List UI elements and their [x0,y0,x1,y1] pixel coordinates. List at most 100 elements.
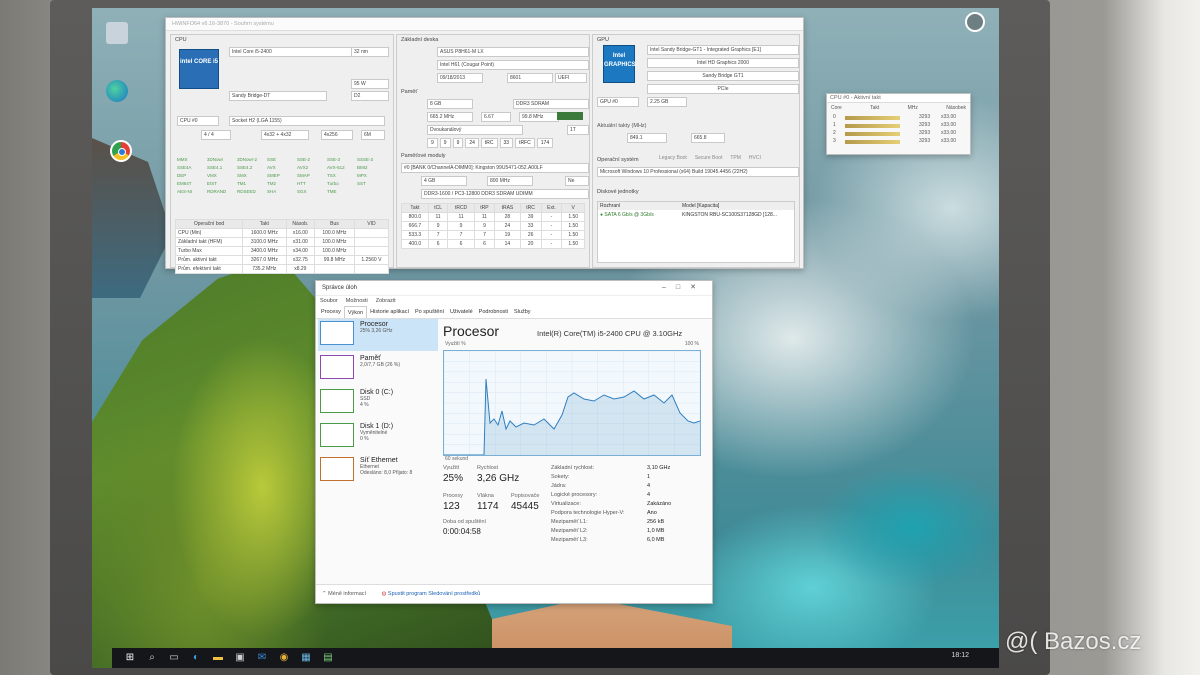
timing-cell: 400.0 [401,239,429,249]
recycle-bin-icon[interactable] [106,22,128,44]
intel-graphics-logo: Intel GRAPHICS [603,45,636,83]
processes-label: Procesy [443,493,463,499]
memory-clock-field: 665.2 MHz [427,112,473,122]
windows-start-icon[interactable]: ⊞ [124,652,136,664]
sidebar-item-sub2: 4 % [360,402,369,408]
edge-icon[interactable] [106,80,128,102]
handles-value: 45445 [511,501,539,512]
sidebar-text: Procesor 25% 3,26 GHz [360,321,393,334]
memory-size-field: 8 GB [427,99,473,109]
settings-icon[interactable] [965,12,985,32]
maximize-icon[interactable]: □ [676,284,690,291]
file-explorer-icon[interactable]: ▬ [212,652,224,664]
feature-flag [357,189,387,197]
gpu-memory-clock-field: 665.8 [691,133,725,143]
clock-cell: 3400.0 MHz [242,246,287,256]
sidebar-item[interactable]: Procesor 25% 3,26 GHz [318,319,438,351]
feature-flag: Turbo [327,181,339,186]
module-type-field: DDR3-1600 / PC3-12800 DDR3 SDRAM UDIMM [421,189,589,199]
clock-cell: Základní takt (HFM) [174,237,244,247]
feature-flag: MPX [357,173,367,178]
detail-key: Jádra: [551,483,567,489]
clock-cell [353,246,390,256]
menu-item[interactable]: Zobrazit [376,298,396,304]
detail-key: Logické procesory: [551,492,598,498]
edge-taskbar-icon[interactable]: ◐ [190,652,202,664]
timing-cell: 28 [494,212,521,222]
feature-flag: SSE [267,157,277,162]
close-icon[interactable]: ✕ [690,284,706,291]
feature-flag: VMX [207,173,217,178]
timing-header-cell: tRC [519,203,542,213]
cpu-utilization-graph [443,350,701,456]
tab-slu-by[interactable]: Služby [511,306,534,318]
feature-row: DEP VMX SMX SMEP SMAP TSX MPX [177,173,387,181]
clock-cell: 3100.0 MHz [242,237,287,247]
drive-interface-text: SATA 6 Gb/s @ 3Gb/s [604,212,654,218]
drive-interface: ● SATA 6 Gb/s @ 3Gb/s [598,210,682,220]
cpu-select[interactable]: CPU #0 [177,116,219,126]
sidebar-thumbnail [320,389,354,413]
clock-cell: 3267.0 MHz [242,255,287,265]
tab-historie-aplikac-[interactable]: Historie aplikací [367,306,412,318]
motherboard-field: ASUS P8H61-M LX [437,47,589,57]
clock-row: Prům. efektivní takt 735.2 MHz x8.29 [174,264,390,274]
sidebar-item[interactable]: Disk 0 (C:) SSD 4 % [318,387,438,419]
popup-mult: x33.00 [941,122,957,128]
mail-icon[interactable]: ✉ [256,652,268,664]
resource-monitor-link[interactable]: ◍ Spustit program Sledování prostředků [382,591,481,597]
tab-v-kon[interactable]: Výkon [343,306,368,318]
timing-cell: 14 [494,239,521,249]
drives-table: Rozhraní Model [Kapacita] ● SATA 6 Gb/s … [597,201,795,263]
sidebar-item[interactable]: Disk 1 (D:) Vyměnitelné 0 % [318,421,438,453]
feature-row: MMX 3DNow! 3DNow!-2 SSE SSE-2 SSE-3 SSSE-3 [177,157,387,165]
timing-cell: 11 [427,212,449,222]
feature-row: AES-NI RDRAND RDSEED SHA SGX TME [177,189,387,197]
drive-row[interactable]: ● SATA 6 Gb/s @ 3Gb/s KINGSTON RBU-SC100… [598,210,794,220]
hwinfo-taskbar-icon[interactable]: ▦ [300,652,312,664]
popup-core: 0 [833,114,836,120]
sidebar-item[interactable]: Paměť 2,0/7,7 GB (26 %) [318,353,438,385]
module-size-field: 4 GB [421,176,467,186]
cpu-codename-field: Sandy Bridge-DT [229,91,327,101]
menu-item[interactable]: Možnosti [346,298,368,304]
menu-item[interactable]: Soubor [320,298,338,304]
cpu-details: Základní rychlost: 3,10 GHz Sokety: 1 Jádra:… [551,465,701,555]
taskbar-clock[interactable]: 18:12 [951,652,969,659]
sidebar-item-name: Procesor [360,321,389,328]
minimize-icon[interactable]: – [662,284,676,291]
timing-cell: 9 [447,221,475,231]
chrome-taskbar-icon[interactable]: ◉ [278,652,290,664]
sidebar-item-sub: 2,0/7,7 GB (26 %) [360,362,401,368]
threads-label: Vlákna [477,493,494,499]
gpu-select[interactable]: GPU #0 [597,97,639,107]
task-view-icon[interactable]: ▭ [168,652,180,664]
sidebar-item-name: Disk 0 (C:) [360,389,394,396]
memory-timing-value: 9 [427,138,438,148]
chrome-icon[interactable] [110,140,132,162]
tab-procesy[interactable]: Procesy [318,306,344,318]
search-icon[interactable]: ⌕ [146,652,158,664]
memory-timing-value: 24 [465,138,479,148]
sidebar-item[interactable]: Síť Ethernet Ethernet Odesláno: 8,0 Přijat… [318,455,438,487]
timing-cell: 1.50 [561,239,585,249]
timing-cell: 9 [427,221,449,231]
tab-podrobnosti[interactable]: Podrobnosti [476,306,511,318]
sidebar-thumbnail [320,321,354,345]
memory-module-select[interactable]: #0 [BANK 0/ChannelA-DIMM0]: Kingston 99U… [401,163,589,173]
bios-version-field: 8601 [507,73,553,83]
window-controls[interactable]: –□✕ [662,281,706,295]
store-icon[interactable]: ▣ [234,652,246,664]
tab-po-spu-t-n-[interactable]: Po spuštění [412,306,447,318]
clock-cell: 100.0 MHz [314,228,355,238]
memory-timing-value: 174 [536,138,554,148]
popup-bar [845,124,900,128]
tab-u-ivatel-[interactable]: Uživatelé [447,306,476,318]
memory-cr-field: 1T [567,125,589,135]
taskmgr-taskbar-icon[interactable]: ▤ [322,652,334,664]
fewer-details-link[interactable]: ⌃ Méně informací [322,591,366,597]
popup-bar [845,140,900,144]
detail-key: Virtualizace: [551,501,581,507]
timing-cell: - [540,212,563,222]
timing-cell: 19 [494,230,521,240]
